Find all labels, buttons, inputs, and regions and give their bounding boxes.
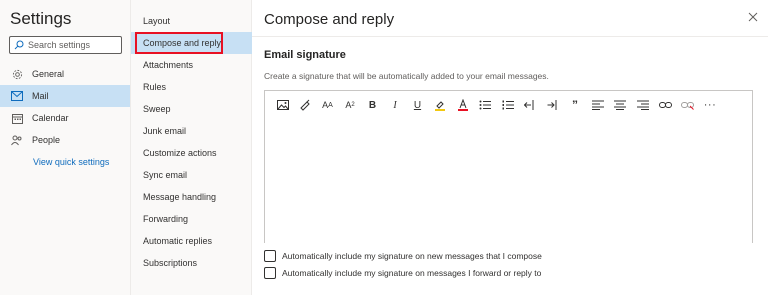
formatting-toolbar: AA A2 B I U ” ···: [275, 98, 725, 112]
align-right-icon[interactable]: [635, 98, 650, 112]
underline-icon[interactable]: U: [410, 98, 425, 112]
format-painter-icon[interactable]: [298, 98, 313, 112]
close-icon[interactable]: [748, 12, 758, 22]
submenu-item-junk-email[interactable]: Junk email: [131, 120, 252, 142]
italic-icon[interactable]: I: [388, 98, 403, 112]
submenu-item-layout[interactable]: Layout: [131, 10, 252, 32]
search-input[interactable]: [28, 40, 118, 50]
auto-signature-forward-reply-option[interactable]: Automatically include my signature on me…: [264, 267, 541, 279]
mail-settings-submenu: Layout Compose and reply Attachments Rul…: [131, 0, 252, 295]
submenu-item-customize-actions[interactable]: Customize actions: [131, 142, 252, 164]
auto-signature-forward-reply-checkbox[interactable]: [264, 267, 276, 279]
auto-signature-new-messages-checkbox[interactable]: [264, 250, 276, 262]
numbering-icon[interactable]: [500, 98, 515, 112]
checkbox-label: Automatically include my signature on me…: [282, 268, 542, 278]
increase-indent-icon[interactable]: [545, 98, 560, 112]
nav-list: General Mail Calendar People: [0, 63, 130, 151]
search-box[interactable]: [9, 36, 122, 54]
header-divider: [252, 36, 768, 37]
auto-signature-new-messages-option[interactable]: Automatically include my signature on ne…: [264, 250, 542, 262]
page-title: Compose and reply: [264, 11, 395, 28]
insert-link-icon[interactable]: [658, 98, 673, 112]
signature-editor[interactable]: AA A2 B I U ” ···: [264, 90, 753, 243]
insert-picture-icon[interactable]: [275, 98, 290, 112]
nav-item-people[interactable]: People: [0, 129, 130, 151]
submenu-item-rules[interactable]: Rules: [131, 76, 252, 98]
more-options-icon[interactable]: ···: [703, 98, 718, 112]
nav-item-label: Mail: [32, 91, 49, 101]
nav-item-label: People: [32, 135, 61, 145]
section-description: Create a signature that will be automati…: [264, 71, 549, 81]
settings-nav-panel: Settings General Mail Calendar: [0, 0, 131, 295]
quote-icon[interactable]: ”: [568, 98, 583, 112]
mail-icon: [11, 90, 23, 102]
superscript-icon[interactable]: A2: [343, 98, 358, 112]
submenu-item-sweep[interactable]: Sweep: [131, 98, 252, 120]
decrease-indent-icon[interactable]: [523, 98, 538, 112]
compose-and-reply-pane: Compose and reply Email signature Create…: [252, 0, 768, 295]
people-icon: [11, 134, 23, 146]
submenu-item-subscriptions[interactable]: Subscriptions: [131, 252, 252, 274]
remove-link-icon[interactable]: [680, 98, 695, 112]
highlight-icon[interactable]: [433, 98, 448, 112]
submenu-item-compose-and-reply[interactable]: Compose and reply: [131, 32, 252, 54]
settings-title: Settings: [10, 9, 72, 28]
nav-item-label: General: [32, 69, 65, 79]
bold-icon[interactable]: B: [365, 98, 380, 112]
submenu-item-forwarding[interactable]: Forwarding: [131, 208, 252, 230]
nav-item-general[interactable]: General: [0, 63, 130, 85]
gear-icon: [11, 68, 23, 80]
section-title: Email signature: [264, 49, 346, 61]
nav-item-mail[interactable]: Mail: [0, 85, 130, 107]
align-center-icon[interactable]: [613, 98, 628, 112]
calendar-icon: [11, 112, 23, 124]
align-left-icon[interactable]: [590, 98, 605, 112]
nav-item-label: Calendar: [32, 113, 69, 123]
submenu-item-automatic-replies[interactable]: Automatic replies: [131, 230, 252, 252]
submenu-item-attachments[interactable]: Attachments: [131, 54, 252, 76]
view-quick-settings-link[interactable]: View quick settings: [33, 157, 109, 167]
font-color-icon[interactable]: [455, 98, 470, 112]
font-size-icon[interactable]: AA: [320, 98, 335, 112]
submenu-item-message-handling[interactable]: Message handling: [131, 186, 252, 208]
submenu-item-sync-email[interactable]: Sync email: [131, 164, 252, 186]
nav-item-calendar[interactable]: Calendar: [0, 107, 130, 129]
search-icon: [14, 40, 24, 50]
bullets-icon[interactable]: [478, 98, 493, 112]
checkbox-label: Automatically include my signature on ne…: [282, 251, 542, 261]
